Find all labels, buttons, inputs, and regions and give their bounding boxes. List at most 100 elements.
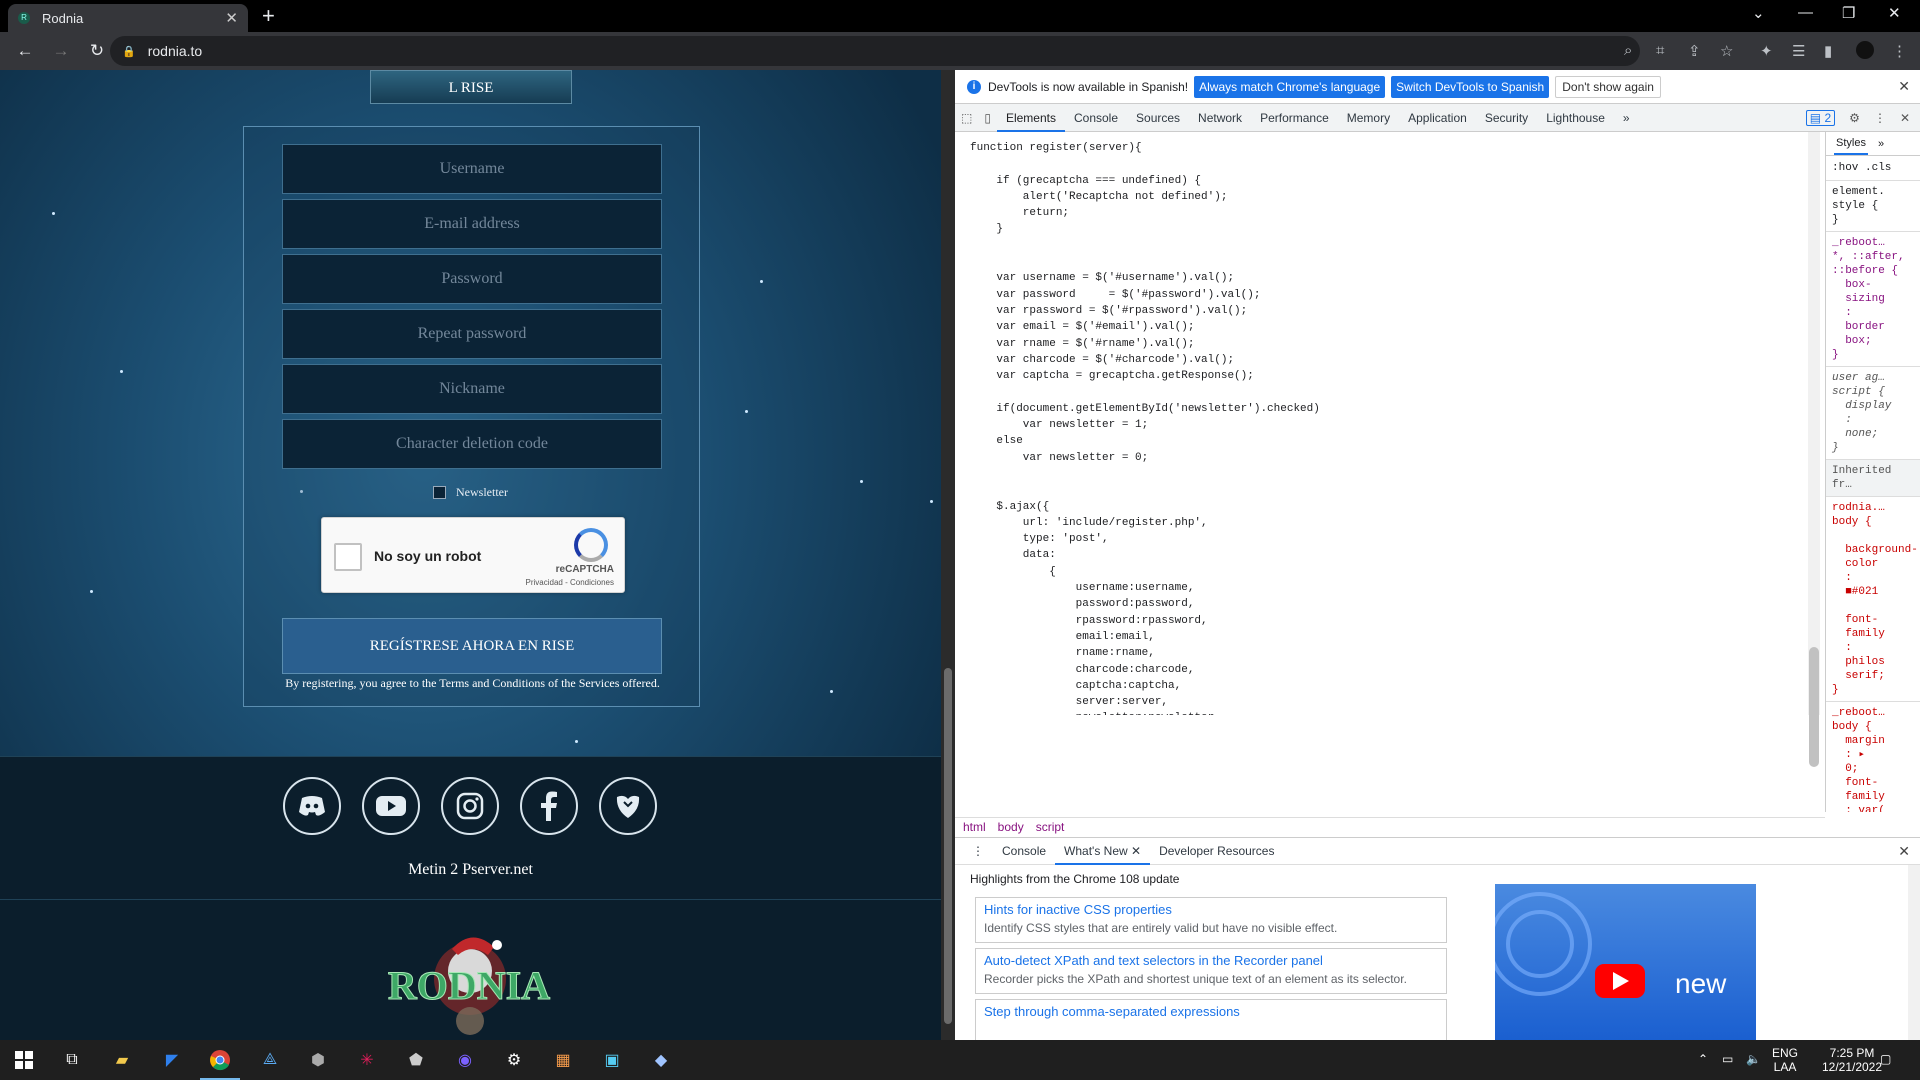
bookmark-star-icon[interactable]: ☆ [1720,42,1733,60]
devtools-menu-icon[interactable]: ⋮ [1874,111,1886,125]
tiktok-shield-icon[interactable] [599,777,657,835]
tab-performance[interactable]: Performance [1251,104,1338,132]
tab-network[interactable]: Network [1189,104,1251,132]
share-icon[interactable]: ⇪ [1688,42,1701,60]
close-whats-new-icon[interactable]: ✕ [1131,844,1141,858]
reboot-body-rule[interactable]: _reboot… body { margin : ▸ 0; font- fami… [1826,702,1920,812]
chrome-menu-icon[interactable]: ⋮ [1892,42,1907,60]
recaptcha-checkbox[interactable] [334,543,362,571]
volume-icon[interactable]: 🔈 [1746,1052,1761,1066]
facebook-icon[interactable] [520,777,578,835]
newsletter-option[interactable]: Newsletter [433,485,508,500]
deletion-code-input[interactable]: Character deletion code [282,419,662,469]
tab-application[interactable]: Application [1399,104,1476,132]
windows-start-icon[interactable] [12,1048,36,1072]
back-icon[interactable]: ← [14,41,36,61]
rise-header-button[interactable]: L RISE [370,70,572,104]
minimize-icon[interactable]: — [1798,4,1813,21]
chrome-icon[interactable] [208,1048,232,1072]
newsletter-checkbox[interactable] [433,486,446,499]
close-window-icon[interactable]: ✕ [1888,4,1901,22]
tab-console[interactable]: Console [1065,104,1127,132]
repeat-password-input[interactable]: Repeat password [282,309,662,359]
app-icon-1[interactable]: ⟁ [258,1048,282,1072]
drawer-menu-icon[interactable]: ⋮ [963,838,993,865]
device-toolbar-icon[interactable]: ▯ [978,104,997,132]
page-scrollbar-thumb[interactable] [944,668,952,1024]
profile-avatar[interactable] [1856,41,1874,59]
switch-spanish-button[interactable]: Switch DevTools to Spanish [1391,75,1550,98]
card-title[interactable]: Hints for inactive CSS properties [984,902,1438,917]
zoom-search-icon[interactable]: ⌕ [1624,42,1632,59]
new-tab-icon[interactable]: + [262,5,275,27]
elements-source-pane[interactable]: function register(server){ if (grecaptch… [955,132,1808,715]
reading-list-icon[interactable]: ☰ [1792,42,1805,60]
tab-security[interactable]: Security [1476,104,1537,132]
instagram-icon[interactable] [441,777,499,835]
settings-gear-icon[interactable]: ⚙ [1849,111,1860,125]
browser-tab[interactable]: R Rodnia ✕ [8,4,248,32]
photos-icon[interactable]: ▣ [600,1048,624,1072]
side-panel-icon[interactable]: ▮ [1824,42,1832,60]
breadcrumb-body[interactable]: body [998,820,1024,834]
extensions-icon[interactable]: ✦ [1760,42,1773,60]
tab-elements[interactable]: Elements [996,104,1065,132]
whats-new-video-thumbnail[interactable]: new [1495,884,1756,1041]
card-title[interactable]: Auto-detect XPath and text selectors in … [984,953,1438,968]
styles-tab[interactable]: Styles [1834,133,1868,155]
app-icon-2[interactable]: ⬢ [306,1048,330,1072]
address-bar[interactable]: 🔒 rodnia.to [110,36,1640,66]
tab-memory[interactable]: Memory [1338,104,1399,132]
username-input[interactable]: Username [282,144,662,194]
recaptcha-links[interactable]: Privacidad - Condiciones [526,578,615,587]
whats-new-card[interactable]: Step through comma-separated expressions [975,999,1447,1045]
close-tab-icon[interactable]: ✕ [225,9,238,27]
language-indicator[interactable]: ENG LAA [1772,1046,1798,1074]
app-icon-5[interactable]: ◆ [649,1048,673,1072]
source-scrollbar-thumb[interactable] [1809,647,1819,767]
drawer-tab-dev-resources[interactable]: Developer Resources [1150,838,1283,865]
dont-show-again-button[interactable]: Don't show again [1555,75,1661,98]
task-view-icon[interactable]: ⧉ [60,1048,84,1072]
app-icon-4[interactable]: ▦ [551,1048,575,1072]
email-input[interactable]: E-mail address [282,199,662,249]
close-drawer-icon[interactable]: ✕ [1898,843,1910,860]
whats-new-card[interactable]: Hints for inactive CSS properties Identi… [975,897,1447,943]
source-scrollbar[interactable] [1808,132,1820,715]
close-infobar-icon[interactable]: ✕ [1898,78,1910,95]
register-button[interactable]: REGÍSTRESE AHORA EN RISE [282,618,662,674]
vscode-icon[interactable]: ◤ [160,1048,184,1072]
slack-icon[interactable]: ✳ [355,1048,379,1072]
password-input[interactable]: Password [282,254,662,304]
youtube-icon[interactable] [362,777,420,835]
network-icon[interactable]: ▭ [1722,1052,1733,1066]
match-language-button[interactable]: Always match Chrome's language [1194,75,1386,98]
settings-icon[interactable]: ⚙ [502,1048,526,1072]
whats-new-card[interactable]: Auto-detect XPath and text selectors in … [975,948,1447,994]
more-tabs-icon[interactable]: » [1614,104,1639,132]
tray-expand-icon[interactable]: ⌃ [1698,1052,1708,1066]
breadcrumb-html[interactable]: html [963,820,986,834]
forward-icon[interactable]: → [50,41,72,61]
more-panes-icon[interactable]: » [1878,138,1884,150]
discord-app-icon[interactable]: ◉ [453,1048,477,1072]
file-explorer-icon[interactable]: ▰ [110,1048,134,1072]
reload-icon[interactable]: ↻ [86,41,108,61]
app-icon-3[interactable]: ⬟ [404,1048,428,1072]
discord-icon[interactable] [283,777,341,835]
restore-icon[interactable]: ❐ [1842,4,1855,22]
inspect-element-icon[interactable]: ⬚ [955,104,978,132]
tab-lighthouse[interactable]: Lighthouse [1537,104,1614,132]
issues-badge[interactable]: ▤ 2 [1805,109,1836,126]
drawer-tab-console[interactable]: Console [993,838,1055,865]
translate-icon[interactable]: ⌗ [1656,42,1664,59]
drawer-scrollbar[interactable] [1908,865,1920,1041]
reboot-rule[interactable]: _reboot… *, ::after, ::before { box- siz… [1826,232,1920,367]
rodnia-body-rule[interactable]: rodnia.… body { background- color : ■#02… [1826,497,1920,702]
notifications-icon[interactable]: ▢ [1880,1052,1891,1066]
card-title[interactable]: Step through comma-separated expressions [984,1004,1438,1019]
nickname-input[interactable]: Nickname [282,364,662,414]
close-devtools-icon[interactable]: ✕ [1900,111,1910,125]
lock-icon[interactable]: 🔒 [122,45,136,58]
breadcrumb-script[interactable]: script [1036,820,1065,834]
